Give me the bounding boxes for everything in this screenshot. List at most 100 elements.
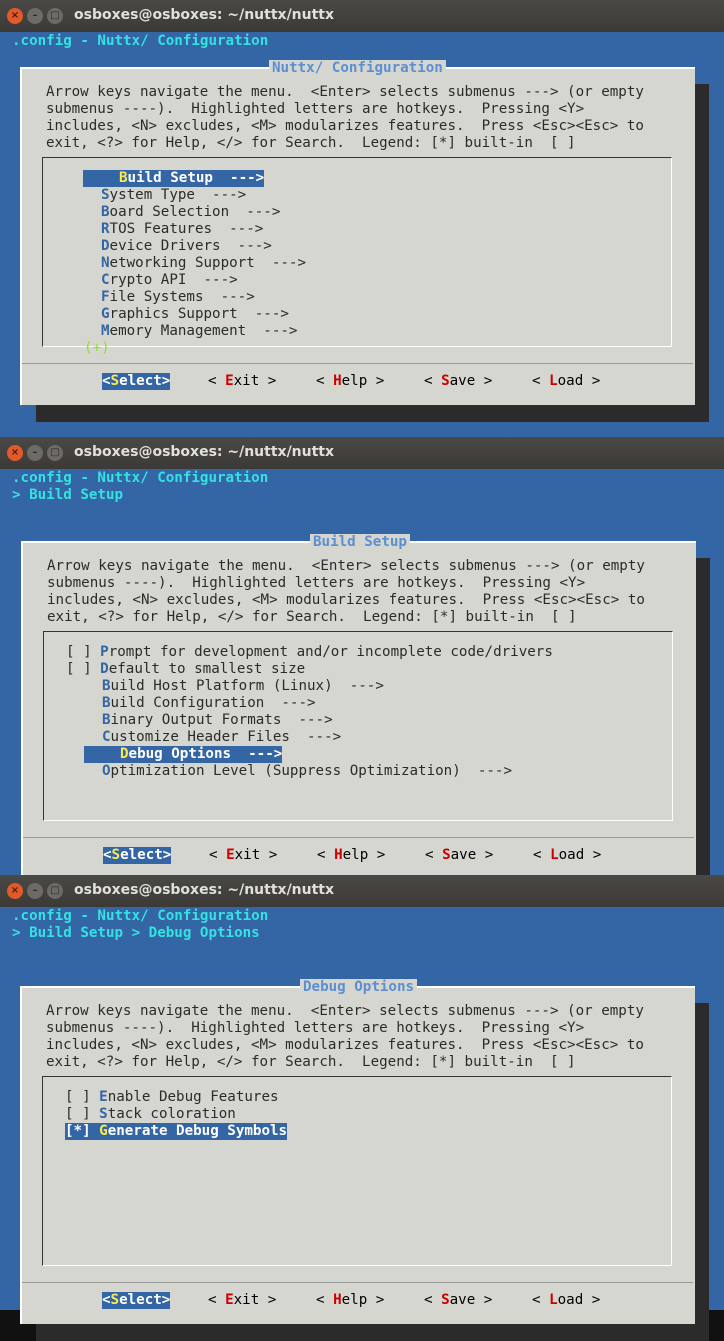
button-select[interactable]: <Select> bbox=[103, 847, 172, 864]
terminal-window: × – □ osboxes@osboxes: ~/nuttx/nuttx .config… bbox=[0, 0, 724, 437]
maximize-icon[interactable]: □ bbox=[47, 445, 63, 461]
breadcrumb-line: > Build Setup > Debug Options bbox=[12, 925, 260, 941]
help-line: exit, <?> for Help, </> for Search. Lege… bbox=[46, 1054, 576, 1070]
menu-item[interactable]: Device Drivers ---> bbox=[101, 238, 272, 255]
hotkey-letter: P bbox=[100, 644, 109, 660]
menu-item-label: enerate Debug Symbols bbox=[107, 1123, 288, 1139]
menu-list[interactable]: Build Setup ---> System Type ---> Board Se… bbox=[42, 157, 672, 347]
button-bracket: < bbox=[209, 847, 227, 863]
menu-item-label: nable Debug Features bbox=[107, 1089, 279, 1105]
window-titlebar[interactable]: × – □ osboxes@osboxes: ~/nuttx/nuttx bbox=[0, 0, 724, 32]
button-bracket: < bbox=[103, 847, 112, 863]
menu-item-label: etworking Support ---> bbox=[109, 255, 307, 271]
button-bracket: < bbox=[425, 847, 443, 863]
menu-item[interactable]: Debug Options ---> bbox=[84, 746, 283, 763]
checkbox[interactable]: [ ] bbox=[65, 1106, 99, 1122]
button-label: xit > bbox=[233, 373, 277, 389]
menu-item[interactable]: [ ] Enable Debug Features bbox=[65, 1089, 279, 1106]
help-text: Arrow keys navigate the menu. <Enter> se… bbox=[46, 84, 644, 152]
menu-item[interactable]: Build Setup ---> bbox=[83, 170, 265, 187]
hotkey-letter: F bbox=[101, 289, 110, 305]
dialog-title: Nuttx/ Configuration bbox=[269, 60, 446, 77]
checkbox[interactable]: [ ] bbox=[66, 644, 100, 660]
button-exit[interactable]: < Exit > bbox=[209, 847, 277, 864]
close-icon[interactable]: × bbox=[7, 8, 23, 24]
menu-item-label: ystem Type ---> bbox=[109, 187, 247, 203]
menu-item[interactable]: File Systems ---> bbox=[101, 289, 255, 306]
menu-item[interactable]: Memory Management ---> bbox=[101, 323, 297, 340]
hotkey-letter: R bbox=[101, 221, 110, 237]
menu-item-label: raphics Support ---> bbox=[109, 306, 289, 322]
minimize-icon[interactable]: – bbox=[27, 883, 43, 899]
button-bracket: < bbox=[316, 373, 334, 389]
button-bracket: < bbox=[533, 847, 551, 863]
menu-item[interactable]: Build Host Platform (Linux) ---> bbox=[102, 678, 384, 695]
menu-item[interactable]: Networking Support ---> bbox=[101, 255, 306, 272]
checkbox[interactable]: [ ] bbox=[65, 1089, 99, 1105]
hotkey-letter: B bbox=[102, 678, 111, 694]
menu-item[interactable]: Graphics Support ---> bbox=[101, 306, 289, 323]
menu-item-label: uild Configuration ---> bbox=[110, 695, 316, 711]
menu-item[interactable]: Build Configuration ---> bbox=[102, 695, 316, 712]
button-bracket: < bbox=[316, 1292, 334, 1308]
button-select[interactable]: <Select> bbox=[102, 373, 171, 390]
button-label: elp > bbox=[341, 373, 385, 389]
minimize-icon[interactable]: – bbox=[27, 445, 43, 461]
maximize-icon[interactable]: □ bbox=[47, 8, 63, 24]
menu-item-label: evice Drivers ---> bbox=[109, 238, 272, 254]
minimize-icon[interactable]: – bbox=[27, 8, 43, 24]
menu-item[interactable]: Crypto API ---> bbox=[101, 272, 238, 289]
button-save[interactable]: < Save > bbox=[424, 1292, 492, 1309]
help-text: Arrow keys navigate the menu. <Enter> se… bbox=[47, 558, 645, 626]
button-help[interactable]: < Help > bbox=[316, 1292, 384, 1309]
menu-item[interactable]: Customize Header Files ---> bbox=[102, 729, 341, 746]
button-bracket: < bbox=[532, 373, 550, 389]
menu-item[interactable]: Optimization Level (Suppress Optimizatio… bbox=[102, 763, 512, 780]
menu-item-label: tack coloration bbox=[107, 1106, 236, 1122]
menu-item[interactable]: [ ] Stack coloration bbox=[65, 1106, 236, 1123]
help-line: submenus ----). Highlighted letters are … bbox=[46, 1020, 585, 1036]
menu-item-label: emory Management ---> bbox=[109, 323, 298, 339]
button-select[interactable]: <Select> bbox=[102, 1292, 171, 1309]
button-load[interactable]: < Load > bbox=[532, 373, 600, 390]
menu-list[interactable]: [ ] Prompt for development and/or incomp… bbox=[43, 631, 673, 821]
menu-item[interactable]: Binary Output Formats ---> bbox=[102, 712, 333, 729]
menu-item-label: uild Host Platform (Linux) ---> bbox=[110, 678, 384, 694]
menu-item[interactable]: [ ] Prompt for development and/or incomp… bbox=[66, 644, 553, 661]
hotkey-letter: D bbox=[100, 661, 109, 677]
menu-item-label: uild Setup ---> bbox=[127, 170, 265, 186]
button-help[interactable]: < Help > bbox=[316, 373, 384, 390]
checkbox[interactable]: [*] bbox=[65, 1123, 99, 1139]
button-bracket: < bbox=[208, 373, 226, 389]
menu-item[interactable]: RTOS Features ---> bbox=[101, 221, 263, 238]
button-label: elect> bbox=[119, 1292, 171, 1308]
button-load[interactable]: < Load > bbox=[533, 847, 601, 864]
menu-item[interactable]: System Type ---> bbox=[101, 187, 246, 204]
button-exit[interactable]: < Exit > bbox=[208, 1292, 276, 1309]
menu-item[interactable]: [*] Generate Debug Symbols bbox=[65, 1123, 288, 1140]
hotkey-letter: B bbox=[119, 170, 128, 186]
menu-item[interactable]: [ ] Default to smallest size bbox=[66, 661, 305, 678]
button-bracket: < bbox=[317, 847, 335, 863]
hotkey-letter: E bbox=[225, 1292, 234, 1308]
hotkey-letter: G bbox=[101, 306, 110, 322]
help-line: submenus ----). Highlighted letters are … bbox=[46, 101, 585, 117]
button-exit[interactable]: < Exit > bbox=[208, 373, 276, 390]
window-titlebar[interactable]: × – □ osboxes@osboxes: ~/nuttx/nuttx bbox=[0, 875, 724, 907]
maximize-icon[interactable]: □ bbox=[47, 883, 63, 899]
menu-list[interactable]: [ ] Enable Debug Features[ ] Stack color… bbox=[42, 1076, 672, 1266]
window-title: osboxes@osboxes: ~/nuttx/nuttx bbox=[74, 882, 335, 898]
button-help[interactable]: < Help > bbox=[317, 847, 385, 864]
button-save[interactable]: < Save > bbox=[425, 847, 493, 864]
hotkey-letter: H bbox=[333, 1292, 342, 1308]
menu-item[interactable]: Board Selection ---> bbox=[101, 204, 280, 221]
button-load[interactable]: < Load > bbox=[532, 1292, 600, 1309]
close-icon[interactable]: × bbox=[7, 445, 23, 461]
close-icon[interactable]: × bbox=[7, 883, 23, 899]
window-titlebar[interactable]: × – □ osboxes@osboxes: ~/nuttx/nuttx bbox=[0, 437, 724, 469]
hotkey-letter: B bbox=[102, 695, 111, 711]
checkbox[interactable]: [ ] bbox=[66, 661, 100, 677]
button-save[interactable]: < Save > bbox=[424, 373, 492, 390]
dialog-title: Build Setup bbox=[310, 534, 410, 551]
button-label: elect> bbox=[119, 373, 171, 389]
